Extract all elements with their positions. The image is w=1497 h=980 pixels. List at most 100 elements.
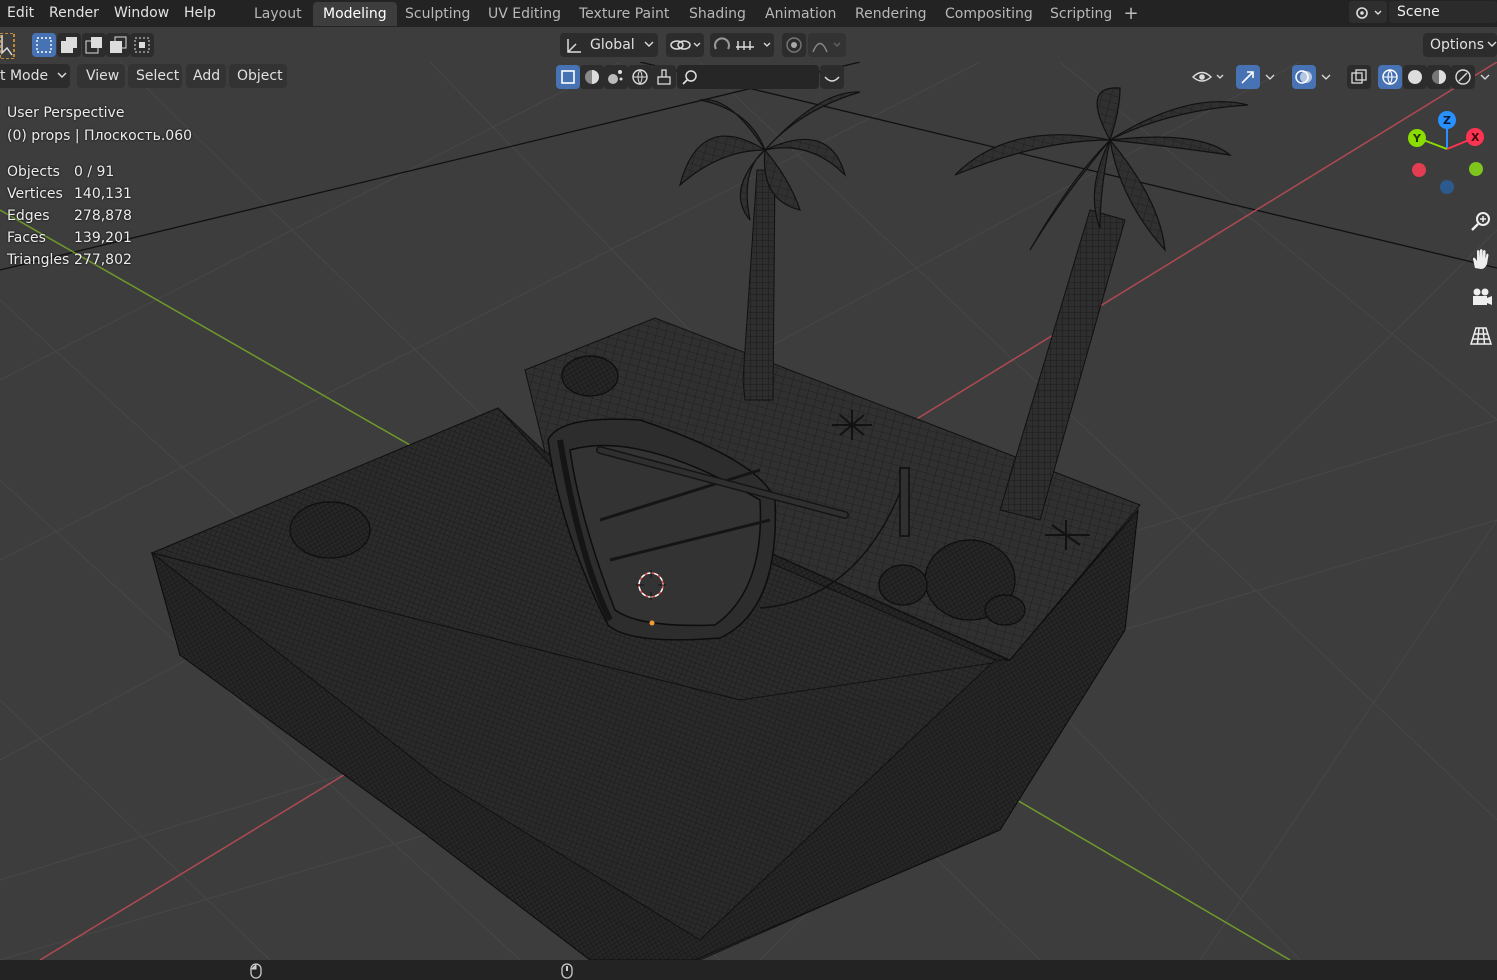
- particles-icon: [608, 70, 623, 84]
- select-mode-subtract-button[interactable]: [82, 33, 106, 57]
- shading-solid-button[interactable]: [1403, 65, 1427, 89]
- menu-render[interactable]: Render: [49, 3, 99, 23]
- select-mode-new-button[interactable]: [32, 33, 56, 57]
- stat-edges-label: Edges: [7, 208, 50, 224]
- view-menu[interactable]: View: [77, 64, 125, 88]
- proportional-edit-icon: [786, 37, 802, 53]
- filter-brush-button[interactable]: [652, 65, 676, 89]
- shading-material-button[interactable]: [1427, 65, 1451, 89]
- filter-mesh-button[interactable]: [556, 65, 580, 89]
- object-origin-dot: [649, 620, 655, 626]
- chevron-down-icon: [644, 41, 654, 47]
- menu-window[interactable]: Window: [114, 3, 169, 23]
- tab-animation[interactable]: Animation: [755, 2, 846, 26]
- scene-name: Scene: [1397, 4, 1440, 20]
- scene-icon: [1356, 7, 1382, 19]
- neg-x-axis-handle: [1412, 163, 1426, 177]
- options-dropdown[interactable]: Options: [1423, 33, 1497, 57]
- filter-particles-button[interactable]: [604, 65, 628, 89]
- wireframe-sphere-icon: [1382, 69, 1398, 85]
- shading-dropdown[interactable]: [1476, 65, 1497, 89]
- tab-uv-editing[interactable]: UV Editing: [478, 2, 571, 26]
- overlays-icon: [1295, 70, 1312, 84]
- tab-shading[interactable]: Shading: [679, 2, 756, 26]
- xray-toggle-button[interactable]: [1347, 65, 1371, 89]
- options-label: Options: [1430, 37, 1485, 53]
- gizmo-dropdown[interactable]: [1261, 65, 1281, 89]
- overlays-toggle-button[interactable]: [1292, 65, 1316, 89]
- viewport-perspective-label: User Perspective: [7, 105, 125, 121]
- select-intersect-icon: [134, 37, 150, 53]
- tool-header: Global Options: [0, 31, 1497, 59]
- camera-view-button[interactable]: [1465, 282, 1497, 314]
- hand-icon: [1473, 249, 1489, 269]
- select-extend-icon: [61, 37, 77, 53]
- add-menu-label: Add: [193, 68, 221, 84]
- object-menu[interactable]: Object: [229, 64, 287, 88]
- shading-rendered-button[interactable]: [1451, 65, 1475, 89]
- filter-toggle-button[interactable]: [820, 65, 844, 89]
- tab-scripting[interactable]: Scripting: [1040, 2, 1122, 26]
- transform-orientation-dropdown[interactable]: Global: [560, 33, 658, 57]
- mesh-cube-icon: [561, 70, 575, 84]
- snap-dropdown[interactable]: [710, 33, 774, 57]
- scene-name-field[interactable]: Scene: [1389, 1, 1497, 23]
- tab-modeling[interactable]: Modeling: [313, 2, 397, 26]
- pan-button[interactable]: [1465, 244, 1497, 276]
- gizmo-y-label: Y: [1412, 132, 1422, 145]
- neg-z-axis-handle: [1440, 180, 1454, 194]
- stat-vertices-value: 140,131: [74, 186, 132, 202]
- viewport-search-input[interactable]: [677, 65, 819, 89]
- stat-faces-label: Faces: [7, 230, 46, 246]
- eye-icon: [1191, 71, 1224, 82]
- curve-icon: [824, 76, 840, 82]
- chevron-down-icon: [1487, 41, 1497, 47]
- perspective-toggle-button[interactable]: [1465, 320, 1497, 352]
- add-workspace-button[interactable]: +: [1120, 2, 1142, 26]
- shading-wireframe-button[interactable]: [1378, 65, 1402, 89]
- menu-edit[interactable]: Edit: [7, 3, 34, 23]
- filter-world-button[interactable]: [628, 65, 652, 89]
- select-mode-intersect-button[interactable]: [130, 33, 154, 57]
- stat-triangles-value: 277,802: [74, 252, 132, 268]
- search-icon: [682, 70, 697, 85]
- select-tool-icon[interactable]: [0, 33, 16, 59]
- select-invert-icon: [110, 36, 127, 53]
- scene-selector-button[interactable]: [1349, 1, 1387, 23]
- select-mode-extend-button[interactable]: [57, 33, 81, 57]
- object-menu-label: Object: [237, 68, 283, 84]
- snap-magnet-icon: [714, 37, 771, 50]
- mode-dropdown[interactable]: t Mode: [0, 64, 70, 88]
- gizmo-z-label: Z: [1443, 114, 1451, 127]
- falloff-curve-icon: [812, 42, 841, 53]
- stat-triangles-label: Triangles: [7, 252, 70, 268]
- tab-texture-paint[interactable]: Texture Paint: [569, 2, 679, 26]
- chevron-down-icon: [57, 72, 67, 78]
- menu-help[interactable]: Help: [184, 3, 216, 23]
- tab-sculpting[interactable]: Sculpting: [395, 2, 480, 26]
- add-menu[interactable]: Add: [186, 64, 226, 88]
- navigation-gizmo[interactable]: Z X Y: [1400, 106, 1497, 198]
- overlays-dropdown[interactable]: [1317, 65, 1337, 89]
- proportional-edit-button[interactable]: [782, 33, 806, 57]
- stat-vertices-label: Vertices: [7, 186, 63, 202]
- tab-rendering[interactable]: Rendering: [845, 2, 937, 26]
- select-menu[interactable]: Select: [128, 64, 182, 88]
- zoom-button[interactable]: [1465, 206, 1497, 238]
- tab-layout[interactable]: Layout: [244, 2, 312, 26]
- tab-compositing[interactable]: Compositing: [935, 2, 1043, 26]
- x-axis-line: [39, 769, 353, 960]
- chevron-down-icon: [1321, 74, 1331, 80]
- 3d-viewport[interactable]: t Mode View Select Add Object User Persp…: [0, 62, 1497, 960]
- visibility-dropdown[interactable]: [1190, 65, 1228, 89]
- pivot-point-dropdown[interactable]: [666, 33, 704, 57]
- gizmo-arrows-icon: [1241, 71, 1254, 84]
- rendered-sphere-icon: [1455, 69, 1471, 85]
- chevron-down-icon: [1265, 74, 1275, 80]
- viewport-scene: [0, 62, 1497, 960]
- gizmo-toggle-button[interactable]: [1236, 65, 1260, 89]
- select-mode-invert-button[interactable]: [106, 33, 130, 57]
- proportional-falloff-dropdown[interactable]: [808, 33, 846, 57]
- filter-material-button[interactable]: [580, 65, 604, 89]
- brush-icon: [657, 69, 671, 85]
